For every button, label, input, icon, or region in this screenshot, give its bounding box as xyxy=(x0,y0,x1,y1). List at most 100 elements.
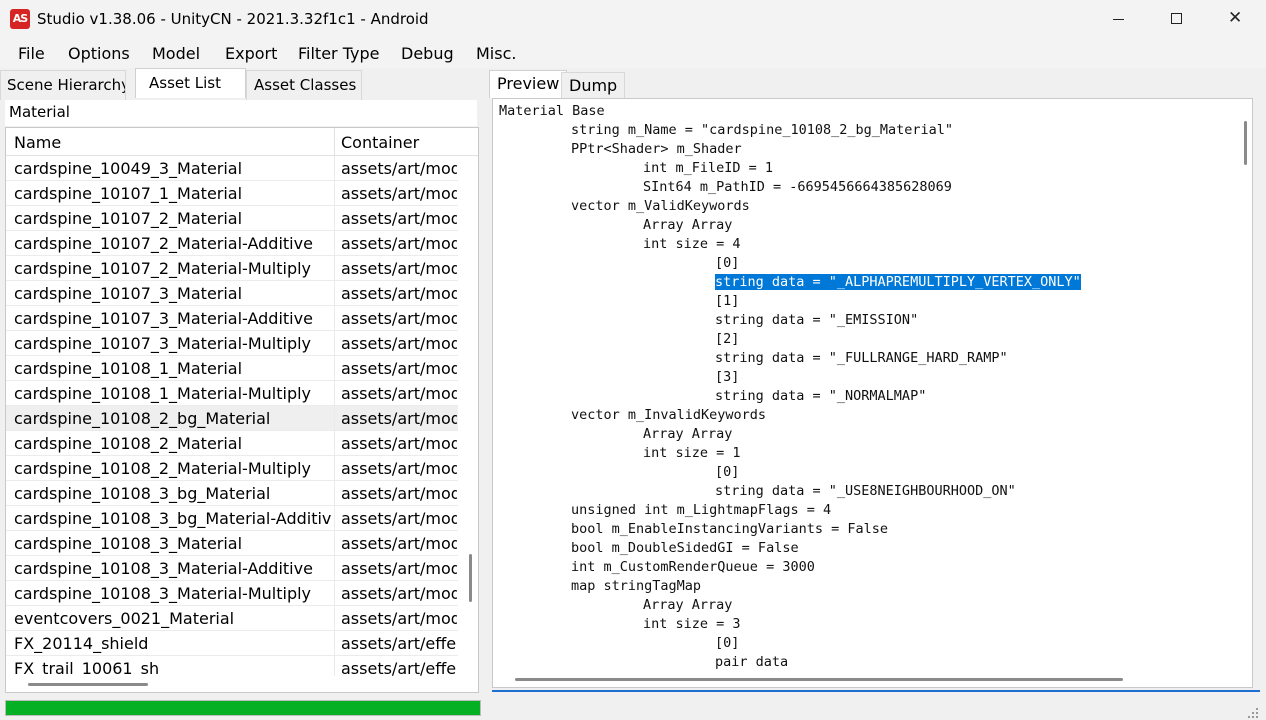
table-row[interactable]: cardspine_10108_3_bg_Material assets/art/… xyxy=(6,481,458,506)
filter-input[interactable]: Material xyxy=(5,100,477,126)
menu-bar: File Options Model Export Filter Type De… xyxy=(0,38,1266,68)
asset-container-cell: assets/art/mod xyxy=(341,359,457,378)
table-row[interactable]: cardspine_10107_1_Material assets/art/mod xyxy=(6,181,458,206)
tab-preview[interactable]: Preview xyxy=(489,70,568,98)
cell-divider xyxy=(334,406,335,431)
cell-divider xyxy=(334,181,335,206)
asset-container-cell: assets/art/mod xyxy=(341,459,457,478)
cell-divider xyxy=(334,456,335,481)
asset-name-cell: cardspine_10108_2_bg_Material xyxy=(14,409,271,428)
resize-grip-icon[interactable] xyxy=(1248,708,1258,718)
cell-divider xyxy=(334,281,335,306)
dump-line-text: [0] xyxy=(715,635,740,651)
dump-line: Array Array xyxy=(499,596,1081,615)
asset-container-cell: assets/art/mod xyxy=(341,184,457,203)
vertical-scrollbar[interactable] xyxy=(1237,99,1252,667)
tab-dump[interactable]: Dump xyxy=(561,72,626,100)
menu-model[interactable]: Model xyxy=(152,44,200,63)
asset-container-cell: assets/art/mod xyxy=(341,309,457,328)
asset-name-cell: cardspine_10108_1_Material xyxy=(14,359,243,378)
asset-container-cell: assets/art/mod xyxy=(341,234,457,253)
asset-container-cell: assets/art/effec xyxy=(341,634,457,653)
table-row[interactable]: cardspine_10107_3_Material assets/art/mod xyxy=(6,281,458,306)
dump-line: string data = "_EMISSION" xyxy=(499,311,1081,330)
scrollbar-thumb[interactable] xyxy=(469,554,472,602)
dump-line: string data = "_NORMALMAP" xyxy=(499,387,1081,406)
asset-name-cell: cardspine_10108_3_Material-Multiply xyxy=(14,584,312,603)
table-row[interactable]: cardspine_10108_1_Material assets/art/mod xyxy=(6,356,458,381)
menu-misc[interactable]: Misc. xyxy=(476,44,516,63)
asset-name-cell: cardspine_10107_2_Material-Multiply xyxy=(14,259,312,278)
asset-name-cell: cardspine_10107_3_Material-Additive xyxy=(14,309,313,328)
dump-line-text: bool m_DoubleSidedGI = False xyxy=(571,540,799,556)
column-header-container[interactable]: Container xyxy=(341,133,419,152)
table-row[interactable]: cardspine_10107_2_Material-Multiply asset… xyxy=(6,256,458,281)
table-row[interactable]: cardspine_10049_3_Material assets/art/mod xyxy=(6,156,458,181)
dump-line: [1] xyxy=(499,292,1081,311)
progress-fill xyxy=(6,701,480,715)
menu-options[interactable]: Options xyxy=(68,44,130,63)
horizontal-scrollbar[interactable] xyxy=(493,671,1237,687)
minimize-button[interactable] xyxy=(1090,0,1148,38)
scrollbar-thumb[interactable] xyxy=(28,683,148,686)
dump-line: int size = 4 xyxy=(499,235,1081,254)
table-row[interactable]: cardspine_10108_2_Material-Multiply asset… xyxy=(6,456,458,481)
dump-line-text: bool m_EnableInstancingVariants = False xyxy=(571,521,888,537)
table-row[interactable]: eventcovers_0021_Material assets/art/mod xyxy=(6,606,458,631)
asset-name-cell: cardspine_10108_3_bg_Material-Additive xyxy=(14,509,332,528)
dump-line-text: Material Base xyxy=(499,103,605,119)
scrollbar-thumb[interactable] xyxy=(1244,121,1247,165)
table-row[interactable]: cardspine_10107_3_Material-Additive asset… xyxy=(6,306,458,331)
asset-name-cell: cardspine_10107_3_Material-Multiply xyxy=(14,334,312,353)
dump-viewer[interactable]: Material Base string m_Name = "cardspine_… xyxy=(492,98,1253,688)
asset-name-cell: FX_20114_shield xyxy=(14,634,149,653)
table-row[interactable]: cardspine_10108_3_bg_Material-Additive as… xyxy=(6,506,458,531)
dump-line: string data = "_USE8NEIGHBOURHOOD_ON" xyxy=(499,482,1081,501)
table-row[interactable]: cardspine_10107_3_Material-Multiply asset… xyxy=(6,331,458,356)
menu-filter-type[interactable]: Filter Type xyxy=(298,44,379,63)
column-divider[interactable] xyxy=(334,128,335,156)
table-row[interactable]: cardspine_10107_2_Material assets/art/mod xyxy=(6,206,458,231)
dump-line: string data = "_ALPHAPREMULTIPLY_VERTEX_… xyxy=(499,273,1081,292)
table-row[interactable]: cardspine_10108_1_Material-Multiply asset… xyxy=(6,381,458,406)
cell-divider xyxy=(334,481,335,506)
dump-line: pair data xyxy=(499,653,1081,672)
table-row[interactable]: cardspine_10108_2_bg_Material assets/art/… xyxy=(6,406,458,431)
cell-divider xyxy=(334,306,335,331)
dump-line: SInt64 m_PathID = -6695456664385628069 xyxy=(499,178,1081,197)
dump-line-text: int m_CustomRenderQueue = 3000 xyxy=(571,559,815,575)
tab-asset-list[interactable]: Asset List xyxy=(135,68,246,98)
cell-divider xyxy=(334,531,335,556)
dump-line-text: string data = "_NORMALMAP" xyxy=(715,388,927,404)
dump-line: Array Array xyxy=(499,216,1081,235)
table-row[interactable]: cardspine_10108_3_Material-Multiply asset… xyxy=(6,581,458,606)
scrollbar-thumb[interactable] xyxy=(515,678,1123,681)
dump-line: int m_CustomRenderQueue = 3000 xyxy=(499,558,1081,577)
table-row[interactable]: cardspine_10108_2_Material assets/art/mod xyxy=(6,431,458,456)
dump-line-text: int size = 4 xyxy=(643,236,741,252)
table-row[interactable]: cardspine_10107_2_Material-Additive asset… xyxy=(6,231,458,256)
progress-bar xyxy=(5,700,481,716)
column-header-name[interactable]: Name xyxy=(14,133,61,152)
horizontal-scrollbar[interactable] xyxy=(6,676,478,692)
cell-divider xyxy=(334,256,335,281)
maximize-button[interactable] xyxy=(1148,0,1206,38)
close-button[interactable]: ✕ xyxy=(1206,0,1264,38)
cell-divider xyxy=(334,431,335,456)
table-row[interactable]: cardspine_10108_3_Material-Additive asset… xyxy=(6,556,458,581)
dump-line: [0] xyxy=(499,254,1081,273)
tab-asset-classes[interactable]: Asset Classes xyxy=(246,70,362,100)
menu-debug[interactable]: Debug xyxy=(401,44,454,63)
asset-name-cell: cardspine_10108_3_Material-Additive xyxy=(14,559,313,578)
dump-line: [0] xyxy=(499,463,1081,482)
menu-file[interactable]: File xyxy=(18,44,45,63)
dump-line-text: unsigned int m_LightmapFlags = 4 xyxy=(571,502,832,518)
dump-line-text: string m_Name = "cardspine_10108_2_bg_Ma… xyxy=(571,122,954,138)
asset-container-cell: assets/art/mod xyxy=(341,484,457,503)
menu-export[interactable]: Export xyxy=(225,44,277,63)
table-row[interactable]: cardspine_10108_3_Material assets/art/mod xyxy=(6,531,458,556)
asset-name-cell: cardspine_10108_3_bg_Material xyxy=(14,484,271,503)
table-row[interactable]: FX_20114_shield assets/art/effec xyxy=(6,631,458,656)
tab-scene-hierarchy[interactable]: Scene Hierarchy xyxy=(0,70,126,100)
vertical-scrollbar[interactable] xyxy=(464,156,478,666)
